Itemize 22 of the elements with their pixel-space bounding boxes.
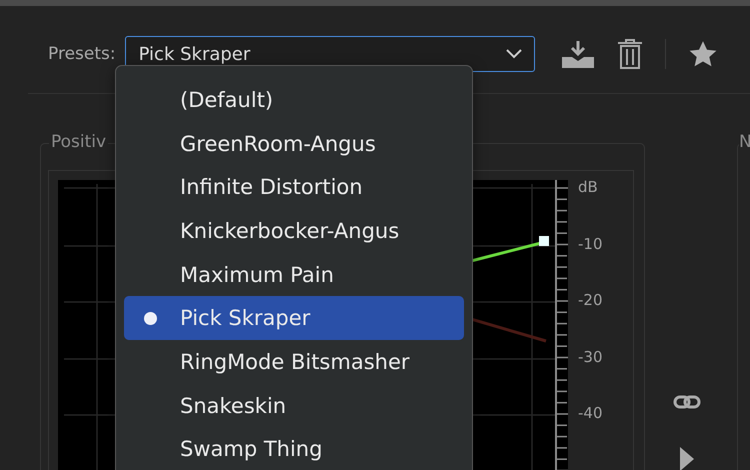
trash-icon[interactable] [616,38,643,70]
play-icon[interactable] [680,447,694,470]
scale-label: dB [578,180,599,198]
presets-label: Presets: [48,44,116,64]
menu-item[interactable]: Snakeskin [124,384,464,428]
download-icon[interactable] [560,39,595,69]
bullet-icon [144,312,157,325]
link-icon[interactable] [673,395,701,409]
menu-item[interactable]: Swamp Thing [124,428,464,470]
menu-item[interactable]: GreenRoom-Angus [124,122,464,166]
menu-item[interactable]: Pick Skraper [124,296,464,340]
menu-item[interactable]: RingMode Bitsmasher [124,340,464,384]
menu-item[interactable]: Maximum Pain [124,252,464,296]
star-icon[interactable] [688,40,718,68]
scale-label: -20 [578,293,602,311]
scale-label: -10 [578,236,602,254]
scale-label: -40 [578,406,602,424]
menu-item[interactable]: Knickerbocker-Angus [124,209,464,253]
menu-item[interactable]: (Default) [124,78,464,122]
chevron-icon [506,49,522,59]
menu-item[interactable]: Infinite Distortion [124,165,464,210]
scale-label: -30 [578,350,602,368]
